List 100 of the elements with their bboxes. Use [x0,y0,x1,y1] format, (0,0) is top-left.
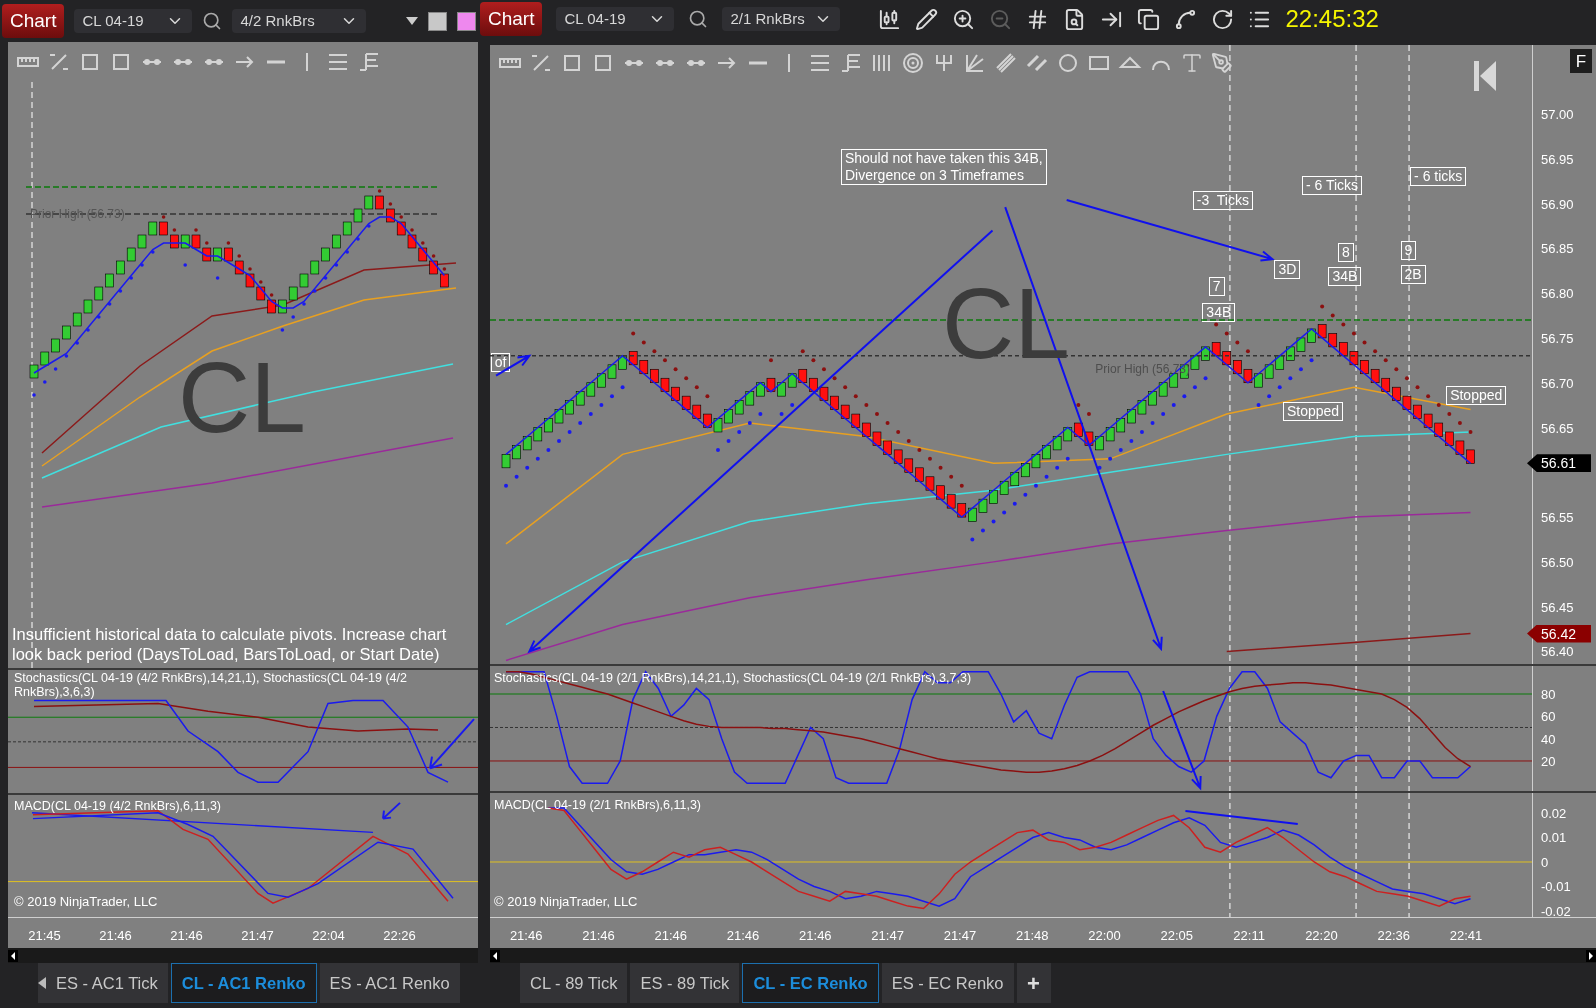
bar-type-dropdown[interactable]: 2/1 RnkBrs [722,7,841,31]
step-lines-icon[interactable] [357,50,381,74]
spline-icon[interactable] [1174,7,1198,31]
renko-brick [180,234,190,249]
renko-brick [418,247,428,262]
chart-tab[interactable]: ES - 89 Tick [630,963,740,1003]
stop-dot [43,380,47,384]
renko-brick [364,195,374,210]
axis-label: -0.01 [1541,880,1571,893]
instrument-dropdown[interactable]: CL 04-19 [74,9,193,33]
annotation-label: -3 Ticks [1192,191,1253,210]
chart-tab[interactable]: CL - 89 Tick [520,963,628,1003]
chart-button[interactable]: Chart [480,2,543,36]
stop-dot [64,354,69,358]
chart-button[interactable]: Chart [2,4,65,38]
renko-brick [310,260,320,275]
renko-brick [202,247,212,262]
chart-tab[interactable]: ES - AC1 Renko [319,963,460,1003]
annotation-label: 3D [1274,260,1301,279]
search-icon[interactable] [688,9,709,29]
annotation-label: Stopped [1446,386,1507,406]
axis-label: 56.95 [1541,152,1574,166]
renko-brick [224,247,233,262]
axis-label: 56.40 [1541,644,1574,658]
f-button[interactable]: F [1570,49,1592,73]
arrow [382,801,401,820]
renko-brick [94,286,104,301]
stop-dot [32,393,36,397]
horizontal-scrollbar[interactable] [8,948,478,963]
pen-icon[interactable] [1211,52,1233,74]
color-swatch[interactable] [457,11,476,31]
zoom-in-icon[interactable] [952,7,976,31]
renko-brick [29,364,39,379]
stop-dot [442,267,447,271]
renko-brick [267,299,276,314]
chart-tab[interactable]: CL - AC1 Renko [170,963,317,1003]
renko-brick [256,286,266,301]
renko-brick [299,273,309,288]
renko-brick [332,234,341,249]
annotation-label: 34B [1202,303,1236,322]
renko-brick [105,273,114,288]
stop-dot [248,267,252,271]
arrow [429,718,475,770]
annotation-label: - 6 ticks [1410,166,1467,186]
stop-dot [237,254,241,258]
axis-label: 60 [1541,709,1556,723]
text-icon[interactable] [1180,51,1204,75]
step-lines-icon[interactable] [839,51,863,75]
chart-tab[interactable]: CL - EC Renko [742,963,879,1003]
scroll-right-icon [1586,949,1596,962]
pencil-icon[interactable] [915,7,939,31]
caret-down-icon[interactable] [406,17,418,25]
refresh-icon[interactable] [1211,7,1235,31]
renko-brick [148,221,158,236]
annotation-label: 34B [1328,267,1362,287]
axis-label: 56.50 [1541,555,1574,569]
renko-brick [245,273,255,288]
scroll-left-button[interactable] [38,963,46,1003]
axis-label: 80 [1541,687,1556,701]
skip-to-end-icon[interactable] [1474,61,1496,91]
stop-dot [291,315,295,319]
copy-icon[interactable] [1137,7,1161,31]
renko-brick [116,260,125,275]
axis-label: 56.80 [1541,286,1574,300]
parallel-lines-icon[interactable] [994,51,1018,75]
stop-dot [161,215,166,219]
add-tab-button[interactable]: + [1016,963,1051,1003]
axis-label: 56.70 [1541,376,1574,390]
bar-type-dropdown[interactable]: 4/2 RnkBrs [232,9,367,33]
stop-dot [97,315,101,319]
axis-label: 56.65 [1541,421,1574,434]
copyright-text: © 2019 NinjaTrader, LLC [14,892,158,911]
candlestick-icon[interactable] [878,7,902,31]
renko-brick [83,299,93,314]
annotation-label: - 6 Ticks [1302,175,1363,195]
macd-label: MACD(CL 04-19 (4/2 RnkBrs),6,11,3) [14,798,221,815]
stop-dot [302,302,306,306]
stop-dot [334,263,339,267]
renko-brick [342,221,352,236]
stochastics-label: Stochastics(CL 04-19 (4/2 RnkBrs),14,21,1), Stochastics(CL 04-19 (4/2 RnkBrs),3,6,3) [14,671,408,699]
search-icon[interactable] [202,11,223,31]
circle-icon[interactable] [1056,51,1080,75]
stop-dot [421,241,425,245]
instrument-dropdown[interactable]: CL 04-19 [556,7,675,31]
time-axis-label: 22:11 [1232,927,1266,945]
stop-dot [215,276,220,280]
horizontal-scrollbar[interactable] [490,948,1596,963]
time-axis-label: 21:46 [508,927,544,945]
color-swatch[interactable] [428,11,447,31]
annotation-label: Stopped [1282,401,1344,421]
chart-tab[interactable]: ES - EC Renko [881,963,1014,1003]
stop-dot [107,302,112,306]
price-marker: 56.42 [1527,624,1591,643]
target-icon[interactable] [901,51,925,75]
stop-dot [226,241,231,245]
stop-dot [345,250,349,254]
stop-dot [53,367,58,371]
chart-tab[interactable]: ES - AC1 Tick [46,963,168,1003]
stop-dot [280,328,285,332]
stop-dot [377,189,382,193]
